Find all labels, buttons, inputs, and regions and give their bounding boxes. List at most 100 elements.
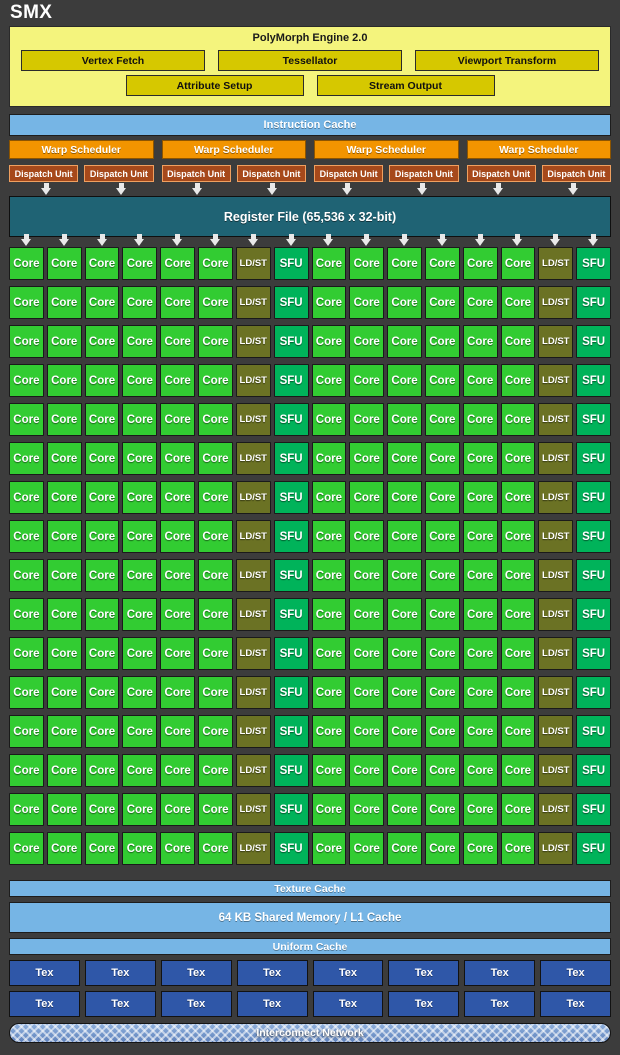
core-unit[interactable]: Core <box>198 754 233 787</box>
instruction-cache[interactable]: Instruction Cache <box>9 114 611 136</box>
tex-unit[interactable]: Tex <box>85 960 156 986</box>
sfu-unit[interactable]: SFU <box>576 559 611 592</box>
core-unit[interactable]: Core <box>387 325 422 358</box>
sfu-unit[interactable]: SFU <box>576 325 611 358</box>
core-unit[interactable]: Core <box>463 442 498 475</box>
core-unit[interactable]: Core <box>349 793 384 826</box>
core-unit[interactable]: Core <box>122 598 157 631</box>
core-unit[interactable]: Core <box>85 637 120 670</box>
core-unit[interactable]: Core <box>312 403 347 436</box>
core-unit[interactable]: Core <box>47 754 82 787</box>
core-unit[interactable]: Core <box>312 715 347 748</box>
core-unit[interactable]: Core <box>122 286 157 319</box>
core-unit[interactable]: Core <box>85 325 120 358</box>
ldst-unit[interactable]: LD/ST <box>538 715 573 748</box>
core-unit[interactable]: Core <box>312 520 347 553</box>
core-unit[interactable]: Core <box>425 715 460 748</box>
core-unit[interactable]: Core <box>387 598 422 631</box>
tex-unit[interactable]: Tex <box>237 960 308 986</box>
core-unit[interactable]: Core <box>9 481 44 514</box>
warp-scheduler-0[interactable]: Warp Scheduler <box>9 140 154 159</box>
warp-scheduler-3[interactable]: Warp Scheduler <box>467 140 612 159</box>
core-unit[interactable]: Core <box>9 286 44 319</box>
ldst-unit[interactable]: LD/ST <box>236 715 271 748</box>
core-unit[interactable]: Core <box>9 520 44 553</box>
core-unit[interactable]: Core <box>160 325 195 358</box>
core-unit[interactable]: Core <box>122 481 157 514</box>
sfu-unit[interactable]: SFU <box>274 325 309 358</box>
ldst-unit[interactable]: LD/ST <box>236 637 271 670</box>
sfu-unit[interactable]: SFU <box>274 286 309 319</box>
warp-scheduler-1[interactable]: Warp Scheduler <box>162 140 307 159</box>
core-unit[interactable]: Core <box>85 247 120 280</box>
ldst-unit[interactable]: LD/ST <box>538 676 573 709</box>
core-unit[interactable]: Core <box>122 715 157 748</box>
core-unit[interactable]: Core <box>463 715 498 748</box>
core-unit[interactable]: Core <box>9 754 44 787</box>
core-unit[interactable]: Core <box>425 832 460 865</box>
ldst-unit[interactable]: LD/ST <box>236 559 271 592</box>
ldst-unit[interactable]: LD/ST <box>236 676 271 709</box>
core-unit[interactable]: Core <box>349 676 384 709</box>
core-unit[interactable]: Core <box>122 325 157 358</box>
ldst-unit[interactable]: LD/ST <box>538 637 573 670</box>
sfu-unit[interactable]: SFU <box>576 598 611 631</box>
core-unit[interactable]: Core <box>425 754 460 787</box>
core-unit[interactable]: Core <box>349 559 384 592</box>
core-unit[interactable]: Core <box>9 637 44 670</box>
core-unit[interactable]: Core <box>47 403 82 436</box>
dispatch-unit-5[interactable]: Dispatch Unit <box>389 165 458 182</box>
sfu-unit[interactable]: SFU <box>576 637 611 670</box>
core-unit[interactable]: Core <box>122 637 157 670</box>
core-unit[interactable]: Core <box>9 325 44 358</box>
polymorph-vertex-fetch[interactable]: Vertex Fetch <box>21 50 205 71</box>
ldst-unit[interactable]: LD/ST <box>236 793 271 826</box>
core-unit[interactable]: Core <box>160 793 195 826</box>
core-unit[interactable]: Core <box>501 754 536 787</box>
core-unit[interactable]: Core <box>349 715 384 748</box>
core-unit[interactable]: Core <box>122 793 157 826</box>
ldst-unit[interactable]: LD/ST <box>538 832 573 865</box>
tex-unit[interactable]: Tex <box>313 960 384 986</box>
core-unit[interactable]: Core <box>501 520 536 553</box>
core-unit[interactable]: Core <box>425 403 460 436</box>
core-unit[interactable]: Core <box>463 793 498 826</box>
core-unit[interactable]: Core <box>312 598 347 631</box>
core-unit[interactable]: Core <box>387 832 422 865</box>
core-unit[interactable]: Core <box>85 676 120 709</box>
core-unit[interactable]: Core <box>501 364 536 397</box>
core-unit[interactable]: Core <box>349 481 384 514</box>
core-unit[interactable]: Core <box>47 364 82 397</box>
core-unit[interactable]: Core <box>425 442 460 475</box>
core-unit[interactable]: Core <box>85 598 120 631</box>
sfu-unit[interactable]: SFU <box>274 364 309 397</box>
core-unit[interactable]: Core <box>9 442 44 475</box>
core-unit[interactable]: Core <box>122 403 157 436</box>
core-unit[interactable]: Core <box>425 286 460 319</box>
core-unit[interactable]: Core <box>85 442 120 475</box>
shared-memory-l1-cache[interactable]: 64 KB Shared Memory / L1 Cache <box>9 902 611 933</box>
sfu-unit[interactable]: SFU <box>274 247 309 280</box>
core-unit[interactable]: Core <box>312 442 347 475</box>
core-unit[interactable]: Core <box>9 403 44 436</box>
core-unit[interactable]: Core <box>387 247 422 280</box>
tex-unit[interactable]: Tex <box>237 991 308 1017</box>
core-unit[interactable]: Core <box>160 676 195 709</box>
ldst-unit[interactable]: LD/ST <box>538 793 573 826</box>
core-unit[interactable]: Core <box>9 793 44 826</box>
core-unit[interactable]: Core <box>463 481 498 514</box>
core-unit[interactable]: Core <box>85 559 120 592</box>
core-unit[interactable]: Core <box>501 286 536 319</box>
core-unit[interactable]: Core <box>349 520 384 553</box>
core-unit[interactable]: Core <box>312 286 347 319</box>
dispatch-unit-1[interactable]: Dispatch Unit <box>84 165 153 182</box>
core-unit[interactable]: Core <box>387 442 422 475</box>
core-unit[interactable]: Core <box>463 364 498 397</box>
sfu-unit[interactable]: SFU <box>576 286 611 319</box>
dispatch-unit-4[interactable]: Dispatch Unit <box>314 165 383 182</box>
core-unit[interactable]: Core <box>47 676 82 709</box>
core-unit[interactable]: Core <box>198 364 233 397</box>
core-unit[interactable]: Core <box>198 325 233 358</box>
polymorph-viewport-transform[interactable]: Viewport Transform <box>415 50 599 71</box>
sfu-unit[interactable]: SFU <box>274 520 309 553</box>
